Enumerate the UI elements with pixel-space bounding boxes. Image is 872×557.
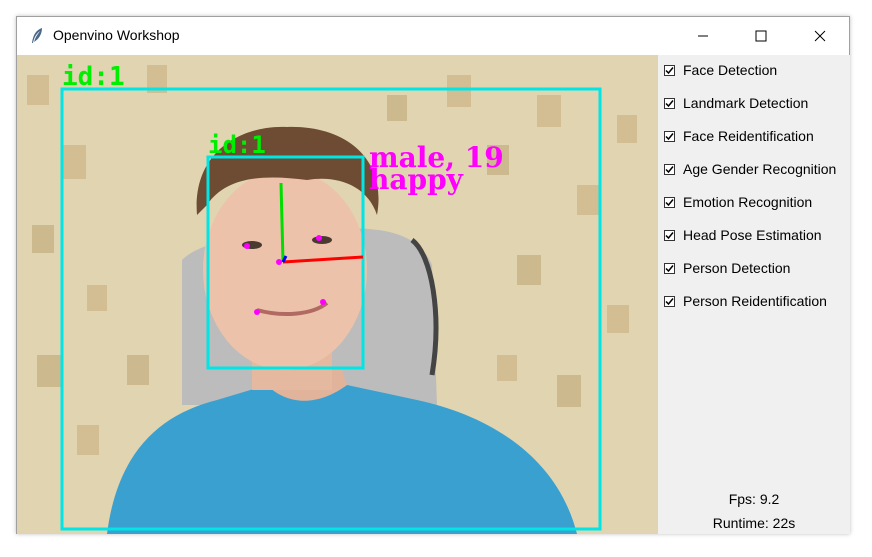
runtime-readout: Runtime: 22s bbox=[712, 515, 796, 531]
minimize-button[interactable] bbox=[680, 17, 726, 55]
close-icon bbox=[814, 30, 826, 42]
app-window: Openvino Workshop id:1 id:1 male, 19 hap… bbox=[16, 16, 850, 534]
title-bar[interactable]: Openvino Workshop bbox=[17, 17, 849, 55]
checkbox-icon[interactable] bbox=[664, 64, 675, 76]
checkbox-face-detection[interactable]: Face Detection bbox=[664, 60, 777, 80]
checkmark-icon bbox=[665, 99, 674, 107]
checkmark-icon bbox=[665, 66, 674, 74]
checkbox-label: Landmark Detection bbox=[683, 95, 809, 111]
options-panel: Face Detection Landmark Detection Face R… bbox=[658, 55, 850, 534]
checkmark-icon bbox=[665, 264, 674, 272]
checkbox-face-reidentification[interactable]: Face Reidentification bbox=[664, 126, 814, 146]
person-id-label: id:1 bbox=[62, 62, 125, 92]
person-face bbox=[203, 170, 367, 370]
fps-readout: Fps: 9.2 bbox=[728, 491, 780, 507]
checkmark-icon bbox=[665, 132, 674, 140]
checkbox-label: Emotion Recognition bbox=[683, 194, 813, 210]
checkmark-icon bbox=[665, 165, 674, 173]
checkbox-emotion-recognition[interactable]: Emotion Recognition bbox=[664, 192, 812, 212]
maximize-icon bbox=[755, 30, 767, 42]
checkbox-landmark-detection[interactable]: Landmark Detection bbox=[664, 93, 808, 113]
landmark-right-eye bbox=[316, 235, 322, 241]
checkbox-label: Head Pose Estimation bbox=[683, 227, 822, 243]
checkbox-head-pose-estimation[interactable]: Head Pose Estimation bbox=[664, 225, 822, 245]
landmark-mouth-right bbox=[320, 299, 326, 305]
window-title: Openvino Workshop bbox=[53, 27, 180, 43]
checkbox-icon[interactable] bbox=[664, 196, 675, 208]
checkbox-person-reidentification[interactable]: Person Reidentification bbox=[664, 291, 827, 311]
landmark-left-eye bbox=[244, 243, 250, 249]
checkmark-icon bbox=[665, 297, 674, 305]
close-button[interactable] bbox=[797, 17, 843, 55]
checkbox-label: Face Reidentification bbox=[683, 128, 814, 144]
video-feed: id:1 id:1 male, 19 happy bbox=[17, 55, 658, 534]
landmark-nose bbox=[276, 259, 282, 265]
camera-frame: id:1 id:1 male, 19 happy bbox=[17, 55, 658, 534]
checkbox-icon[interactable] bbox=[664, 295, 675, 307]
checkbox-label: Person Reidentification bbox=[683, 293, 827, 309]
emotion-label: happy bbox=[369, 163, 464, 196]
checkbox-label: Face Detection bbox=[683, 62, 778, 78]
head-pose-y-axis bbox=[279, 182, 285, 263]
face-id-label: id:1 bbox=[208, 131, 266, 159]
maximize-button[interactable] bbox=[738, 17, 784, 55]
checkbox-icon[interactable] bbox=[664, 130, 675, 142]
checkbox-icon[interactable] bbox=[664, 97, 675, 109]
checkbox-icon[interactable] bbox=[664, 262, 675, 274]
checkbox-icon[interactable] bbox=[664, 163, 675, 175]
minimize-icon bbox=[698, 35, 708, 37]
checkbox-age-gender-recognition[interactable]: Age Gender Recognition bbox=[664, 159, 836, 179]
checkbox-label: Person Detection bbox=[683, 260, 791, 276]
checkbox-label: Age Gender Recognition bbox=[683, 161, 837, 177]
checkbox-person-detection[interactable]: Person Detection bbox=[664, 258, 790, 278]
checkmark-icon bbox=[665, 198, 674, 206]
landmark-mouth-left bbox=[254, 309, 260, 315]
checkmark-icon bbox=[665, 231, 674, 239]
feather-icon bbox=[32, 28, 42, 43]
checkbox-icon[interactable] bbox=[664, 229, 675, 241]
